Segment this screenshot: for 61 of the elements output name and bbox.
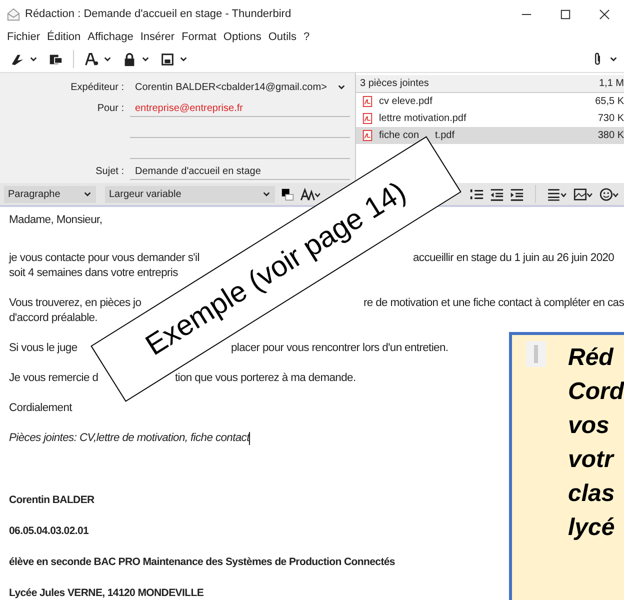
caret-icon[interactable]: [609, 54, 618, 64]
note-text: vos: [568, 411, 610, 441]
body-text: Lycée Jules VERNE, 14120 MONDEVILLE: [9, 586, 204, 600]
caret-icon[interactable]: [179, 54, 188, 64]
field-label: Expéditeur :: [70, 82, 125, 93]
field-label: Sujet :: [94, 166, 125, 177]
chevron-icon: [337, 83, 346, 92]
body-text: élève en seconde BAC PRO Maintenance des Systèmes de Production Connectés: [9, 555, 395, 570]
note-text: clas: [568, 479, 616, 509]
menu-item[interactable]: Format: [182, 31, 216, 43]
indent-icon[interactable]: [509, 186, 524, 202]
align-icon[interactable]: [547, 186, 568, 202]
menu-item[interactable]: ?: [303, 31, 310, 43]
note-text: votr: [568, 445, 616, 475]
attachment-item[interactable]: cv eleve.pdf 65,5 K: [356, 93, 624, 110]
numbered-list-icon[interactable]: [469, 186, 484, 202]
body-text: tion que vous porterez à ma demande.: [175, 371, 356, 386]
subject-field[interactable]: Demande d'accueil en stage: [130, 163, 350, 180]
paragraph-dropdown[interactable]: Paragraphe: [4, 186, 96, 202]
menu-item[interactable]: Édition: [47, 31, 81, 43]
save-icon[interactable]: [160, 52, 175, 66]
sender-dropdown[interactable]: Corentin BALDER<cbalder14@gmail.com>: [130, 79, 350, 96]
chevron-icon: [83, 190, 92, 198]
recipient-field[interactable]: entreprise@entreprise.fr: [130, 100, 350, 117]
menu-item[interactable]: Insérer: [140, 31, 175, 43]
spelling-icon[interactable]: [84, 52, 99, 66]
body-text: Corentin BALDER: [9, 493, 94, 508]
attachment-count: 3 pièces jointes: [360, 78, 429, 89]
caret-icon[interactable]: [103, 54, 112, 64]
body-text: Cordialement: [9, 401, 72, 416]
menu-item[interactable]: Fichier: [7, 31, 40, 43]
note-text: Cord: [568, 377, 624, 407]
text-color-icon[interactable]: [280, 186, 295, 202]
compose-icon: [6, 6, 21, 22]
note-text: Réd: [568, 343, 615, 373]
outdent-icon[interactable]: [489, 186, 504, 202]
menu-item[interactable]: Affichage: [88, 31, 134, 43]
field-label: Pour :: [96, 103, 125, 114]
body-text: Pièces jointes: CV,lettre de motivation, fiche contact: [9, 431, 250, 446]
note-text: lycé: [568, 513, 616, 543]
pdf-icon: [362, 96, 373, 107]
lock-icon[interactable]: [122, 52, 137, 66]
menu-item[interactable]: Outils: [268, 31, 296, 43]
document-icon: [526, 341, 546, 367]
caret-icon[interactable]: [29, 54, 38, 64]
attachment-total-size: 1,1 M: [598, 78, 624, 89]
caret-icon[interactable]: [141, 54, 150, 64]
pdf-icon: [362, 130, 373, 141]
font-size-icon[interactable]: [300, 186, 321, 202]
emoji-icon[interactable]: [599, 186, 620, 202]
window-title: Rédaction : Demande d'accueil en stage - Thunderbird: [25, 8, 292, 20]
close-icon[interactable]: [599, 8, 610, 20]
body-text: 06.05.04.03.02.01: [9, 524, 89, 539]
pdf-icon: [362, 113, 373, 124]
font-dropdown[interactable]: Largeur variable: [105, 186, 275, 202]
attachment-item[interactable]: lettre motivation.pdf 730 K: [356, 110, 624, 127]
attachment-item[interactable]: fiche con t.pdf 380 K: [356, 127, 624, 144]
chevron-icon: [262, 190, 271, 198]
maximize-icon[interactable]: [560, 8, 571, 20]
menu-item[interactable]: Options: [223, 31, 262, 43]
image-icon[interactable]: [573, 186, 594, 202]
